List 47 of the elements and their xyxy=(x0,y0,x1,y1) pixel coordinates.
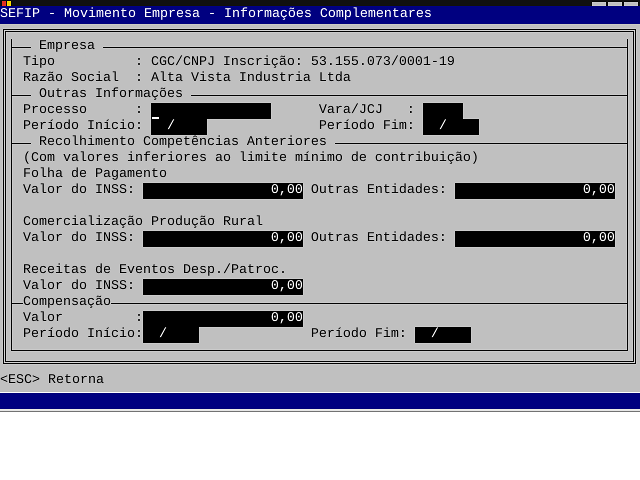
maximize-button[interactable] xyxy=(608,2,622,6)
section-title: Recolhimento Competências Anteriores xyxy=(38,135,328,151)
input-field[interactable]: 0,00 xyxy=(142,279,303,295)
minimize-button[interactable] xyxy=(592,2,606,6)
section-title: Compensação xyxy=(23,295,111,311)
input-field[interactable]: 0,00 xyxy=(142,231,303,247)
colon: : xyxy=(134,311,143,327)
field-label: Vara/JCJ xyxy=(318,103,384,119)
input-field[interactable]: 0,00 xyxy=(454,183,615,199)
app-icon xyxy=(2,0,12,6)
input-field[interactable] xyxy=(422,103,463,119)
field-label: Período Início: xyxy=(23,327,143,343)
field-label: Outras Entidades: xyxy=(310,183,448,199)
field-label: Período Fim: xyxy=(318,119,416,135)
field-value: Alta Vista Industria Ltda xyxy=(150,71,351,87)
group-title: Comercialização Produção Rural xyxy=(23,215,263,231)
input-field[interactable]: 0,00 xyxy=(142,311,303,327)
field-label: Valor do INSS: xyxy=(23,183,136,199)
colon: : xyxy=(134,55,144,71)
field-label: Processo xyxy=(23,103,88,119)
section-title: Outras Informações xyxy=(38,87,184,103)
field-label: Valor do INSS: xyxy=(23,279,136,295)
input-field[interactable]: / xyxy=(142,327,199,343)
field-label: Tipo xyxy=(23,55,56,71)
input-field[interactable]: / xyxy=(150,119,207,135)
colon: : xyxy=(134,103,144,119)
group-title: Receitas de Eventos Desp./Patroc. xyxy=(23,263,287,279)
field-label: Razão Social xyxy=(23,71,120,87)
input-field[interactable] xyxy=(150,103,271,119)
input-field[interactable]: 0,00 xyxy=(142,183,303,199)
field-label: Período Início: xyxy=(23,119,144,135)
section-title: Empresa xyxy=(38,39,96,55)
colon: : xyxy=(134,71,144,87)
field-value: CGC/CNPJ Inscrição: 53.155.073/0001-19 xyxy=(150,55,455,71)
close-button[interactable] xyxy=(624,2,638,6)
window-title: SEFIP - Movimento Empresa - Informações Complementares xyxy=(0,7,432,23)
field-label: Valor xyxy=(23,311,64,327)
colon: : xyxy=(406,103,416,119)
input-field[interactable]: 0,00 xyxy=(454,231,615,247)
key-hint: <ESC> Retorna xyxy=(0,373,104,388)
field-label: Período Fim: xyxy=(310,327,408,343)
note-text: (Com valores inferiores ao limite mínimo de contribuição) xyxy=(23,151,479,167)
group-title: Folha de Pagamento xyxy=(23,167,167,183)
field-label: Valor do INSS: xyxy=(23,231,136,247)
input-field[interactable]: / xyxy=(422,119,479,135)
field-label: Outras Entidades: xyxy=(310,231,448,247)
input-field[interactable]: / xyxy=(414,327,471,343)
